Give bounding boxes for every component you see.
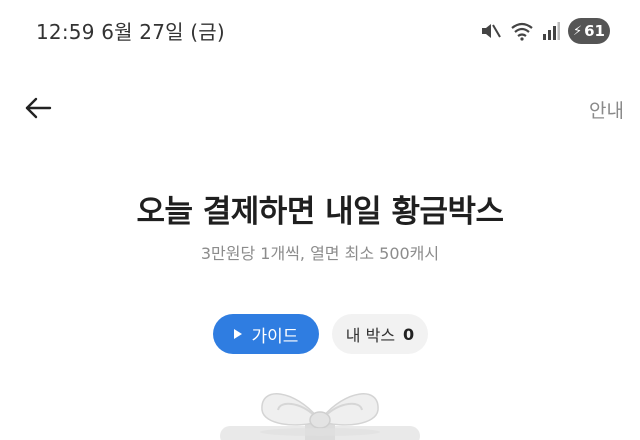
status-icons: ⚡ 61 [480, 17, 610, 45]
gift-box-illustration [200, 380, 440, 440]
page-subtitle: 3만원당 1개씩, 열면 최소 500캐시 [200, 244, 440, 263]
battery-charging-icon: ⚡ [572, 23, 583, 39]
status-time: 12:59 6월 27일 (금) [36, 20, 225, 44]
status-bar: 12:59 6월 27일 (금) ⚡ 61 [0, 0, 640, 60]
wifi-icon [510, 21, 534, 41]
my-box-button[interactable]: 내 박스 0 [332, 314, 428, 354]
back-arrow-icon [24, 96, 52, 124]
guide-button[interactable]: 가이드 [213, 314, 319, 354]
info-link[interactable]: 안내 [589, 96, 624, 123]
my-box-count: 0 [403, 324, 415, 344]
my-box-label: 내 박스 [345, 326, 396, 345]
app-header: 안내 [0, 84, 640, 134]
back-button[interactable] [20, 92, 56, 128]
page-title: 오늘 결제하면 내일 황금박스 [136, 194, 504, 230]
action-row: 가이드 내 박스 0 [0, 314, 640, 356]
guide-button-label: 가이드 [251, 326, 299, 347]
signal-icon [542, 21, 560, 41]
battery-level: 61 [584, 22, 605, 40]
play-icon [233, 329, 242, 339]
screen: 12:59 6월 27일 (금) ⚡ 61 안내 오늘 결제하면 내일 황금박스… [0, 0, 640, 440]
battery-indicator: ⚡ 61 [568, 18, 610, 44]
mute-icon [480, 21, 502, 41]
